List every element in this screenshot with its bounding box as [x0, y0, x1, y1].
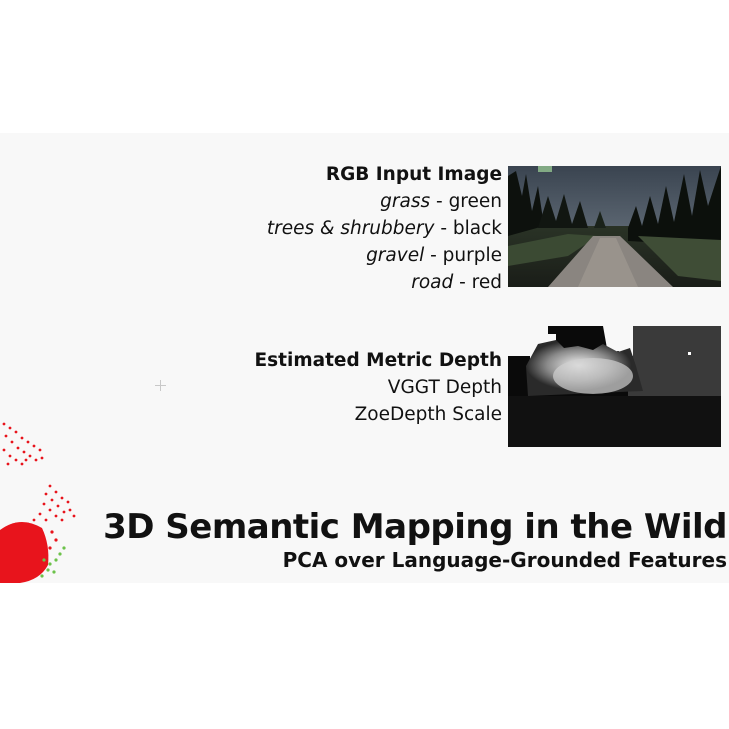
legend-item-gravel: gravel - purple	[366, 245, 502, 266]
page-subtitle: PCA over Language-Grounded Features	[282, 548, 727, 572]
depth-map-image	[508, 326, 721, 447]
depth-legend-block: Estimated Metric Depth VGGT Depth ZoeDep…	[254, 347, 502, 428]
legend-item-road: road - red	[411, 272, 502, 293]
rgb-legend-block: RGB Input Image grass - green trees & sh…	[267, 161, 502, 296]
rgb-input-image	[508, 166, 721, 287]
legend-item-trees: trees & shrubbery - black	[266, 218, 502, 239]
depth-heading: Estimated Metric Depth	[254, 350, 502, 371]
rgb-heading: RGB Input Image	[325, 164, 502, 185]
page-title: 3D Semantic Mapping in the Wild	[103, 507, 727, 547]
crosshair-icon	[155, 380, 166, 391]
depth-line-zoedepth: ZoeDepth Scale	[354, 404, 502, 425]
legend-item-grass: grass - green	[380, 191, 502, 212]
point-cloud-fragment	[0, 422, 76, 583]
depth-line-vggt: VGGT Depth	[387, 377, 502, 398]
